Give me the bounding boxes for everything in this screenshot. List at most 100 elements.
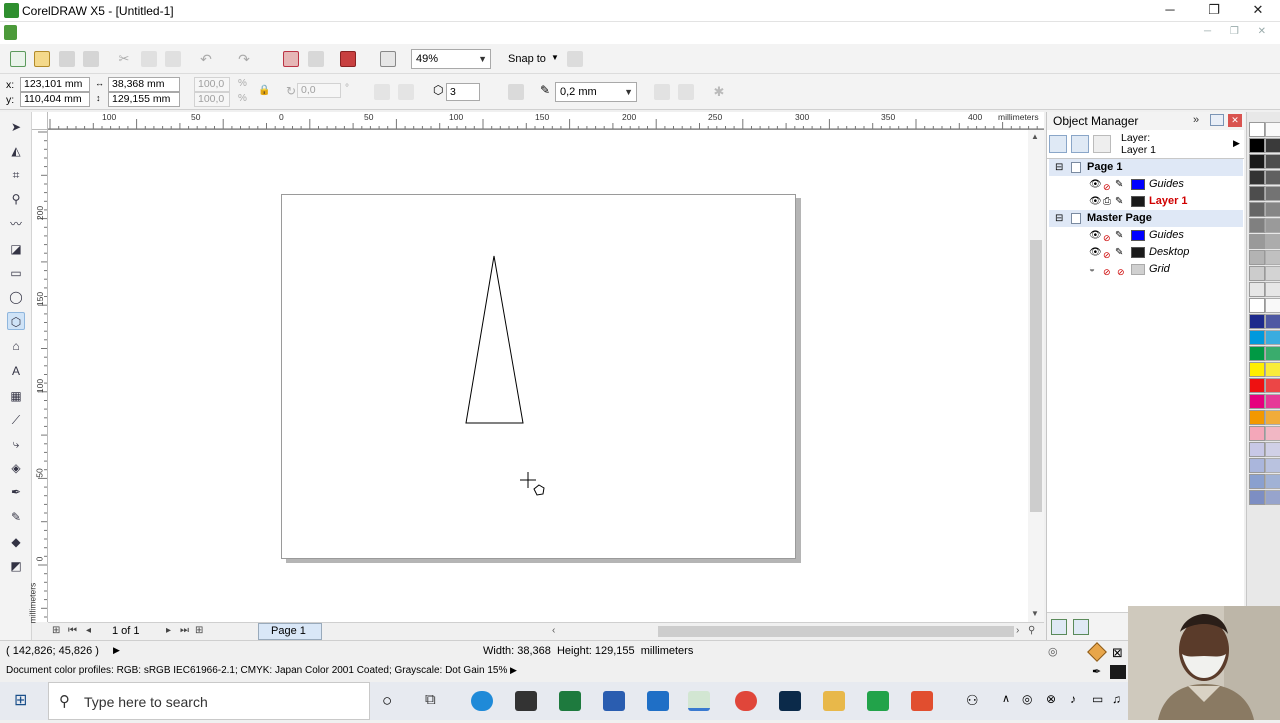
vertical-scroll-thumb[interactable]	[1030, 240, 1042, 512]
palette-swatch[interactable]	[1249, 346, 1265, 361]
edit-pencil-icon[interactable]: ✎	[1115, 193, 1123, 210]
wrap-text-icon[interactable]	[508, 84, 524, 100]
mirror-vertical-icon[interactable]	[398, 84, 414, 100]
palette-swatch[interactable]	[1249, 250, 1265, 265]
edit-pencil-icon[interactable]: ✎	[1115, 244, 1123, 261]
palette-swatch[interactable]	[1265, 378, 1280, 393]
palette-swatch[interactable]	[1265, 186, 1280, 201]
layer-color-swatch[interactable]	[1131, 230, 1145, 241]
eye-icon[interactable]: 👁	[1089, 244, 1102, 261]
show-properties-icon[interactable]	[1049, 135, 1067, 153]
tree-master-page[interactable]: ⊟ Master Page	[1049, 210, 1243, 227]
scale-x-field[interactable]: 100,0	[194, 77, 230, 92]
vertical-scrollbar[interactable]: ▲ ▼	[1028, 130, 1044, 622]
to-back-icon[interactable]	[678, 84, 694, 100]
palette-swatch[interactable]	[1265, 266, 1280, 281]
palette-swatch[interactable]	[1249, 186, 1265, 201]
blend-tool-icon[interactable]: ◈	[7, 459, 25, 477]
status-menu-icon[interactable]: ▶	[113, 645, 120, 656]
recorder-icon[interactable]	[911, 691, 933, 711]
restore-button[interactable]: ❐	[1192, 0, 1236, 22]
palette-swatch[interactable]	[1265, 330, 1280, 345]
minimize-button[interactable]: ─	[1148, 0, 1192, 22]
print-icon[interactable]	[83, 51, 99, 67]
palette-swatch[interactable]	[1249, 202, 1265, 217]
zoom-level-combo[interactable]: 49% ▼	[411, 49, 491, 69]
eye-hidden-icon[interactable]: ◒	[1089, 261, 1095, 278]
palette-swatch[interactable]	[1265, 410, 1280, 425]
polygon-tool-icon[interactable]: ⬡	[7, 312, 25, 330]
task-view-icon[interactable]: ⧉	[425, 691, 447, 711]
windows-start-icon[interactable]: ⊞	[14, 693, 30, 709]
crop-tool-icon[interactable]: ⌗	[7, 166, 25, 184]
palette-swatch[interactable]	[1249, 298, 1265, 313]
application-launcher-icon[interactable]	[340, 51, 356, 67]
scroll-left-icon[interactable]: ‹	[552, 625, 555, 636]
palette-swatch[interactable]	[1249, 378, 1265, 393]
chevron-up-icon[interactable]: ∧	[1002, 692, 1010, 705]
add-page-after-icon[interactable]: ⊞	[195, 625, 203, 636]
snap-to-menu[interactable]: Snap to	[508, 53, 546, 65]
tree-master-grid[interactable]: ◒ ⊘ ⊘ Grid	[1049, 261, 1243, 278]
eye-icon[interactable]: 👁	[1089, 227, 1102, 244]
docker-menu-icon[interactable]: ▶	[1233, 138, 1240, 149]
connector-tool-icon[interactable]: ⤷	[7, 435, 25, 453]
palette-swatch[interactable]	[1265, 170, 1280, 185]
text-tool-icon[interactable]: A	[7, 362, 25, 380]
vertical-ruler[interactable]: 200 150 100 50 0 millimeters	[27, 130, 48, 623]
edit-across-layers-icon[interactable]	[1071, 135, 1089, 153]
rotation-angle-field[interactable]: 0,0	[297, 83, 341, 98]
palette-swatch[interactable]	[1265, 250, 1280, 265]
paste-icon[interactable]	[165, 51, 181, 67]
to-front-icon[interactable]	[654, 84, 670, 100]
palette-swatch[interactable]	[1265, 122, 1280, 137]
triangle-shape[interactable]	[460, 250, 560, 500]
color-profiles-menu-icon[interactable]: ▶	[510, 665, 517, 676]
minimize-docker-icon[interactable]	[1210, 114, 1224, 126]
palette-swatch[interactable]	[1265, 346, 1280, 361]
palette-swatch[interactable]	[1249, 314, 1265, 329]
palette-swatch[interactable]	[1249, 410, 1265, 425]
horizontal-scrollbar[interactable]: ‹ ›	[548, 623, 1028, 640]
palette-swatch[interactable]	[1265, 218, 1280, 233]
save-icon[interactable]	[59, 51, 75, 67]
palette-swatch[interactable]	[1265, 362, 1280, 377]
palette-swatch[interactable]	[1265, 474, 1280, 489]
document-icon[interactable]	[4, 25, 17, 40]
palette-swatch[interactable]	[1249, 490, 1265, 505]
last-page-icon[interactable]: ⏭	[180, 625, 189, 636]
taskbar-search-box[interactable]: ⚲ Type here to search	[48, 682, 370, 720]
table-tool-icon[interactable]: ▦	[7, 387, 25, 405]
shape-tool-icon[interactable]: ◭	[7, 142, 25, 160]
zoom-navigator-icon[interactable]: ⚲	[1028, 625, 1035, 636]
palette-swatch[interactable]	[1249, 458, 1265, 473]
horizontal-ruler[interactable]: 100 50 0 50 100 150 200 250 300 350 400 …	[48, 112, 1044, 130]
palette-swatch[interactable]	[1265, 282, 1280, 297]
ellipse-tool-icon[interactable]: ◯	[7, 288, 25, 306]
no-fill-icon[interactable]: ⊠	[1112, 645, 1123, 661]
palette-swatch[interactable]	[1249, 474, 1265, 489]
y-position-field[interactable]: 110,404 mm	[20, 92, 90, 107]
options-icon[interactable]	[567, 51, 583, 67]
width-field[interactable]: 38,368 mm	[108, 77, 180, 92]
people-icon[interactable]: ⚇	[966, 692, 979, 709]
word-icon[interactable]	[603, 691, 625, 711]
convert-to-curves-icon[interactable]: ✱	[711, 84, 727, 100]
volume-icon[interactable]: ♫	[1112, 692, 1121, 706]
smart-fill-tool-icon[interactable]: ◪	[7, 240, 25, 258]
printer-icon[interactable]: ⎙	[1103, 193, 1111, 210]
tree-layer-1[interactable]: 👁 ⎙ ✎ Layer 1	[1049, 193, 1243, 210]
export-icon[interactable]	[308, 51, 324, 67]
color-mode-icon[interactable]: ◎	[1048, 645, 1058, 658]
palette-swatch[interactable]	[1265, 298, 1280, 313]
tree-layer-guides[interactable]: 👁 ⊘ ✎ Guides	[1049, 176, 1243, 193]
layer-color-swatch[interactable]	[1131, 247, 1145, 258]
palette-swatch[interactable]	[1265, 234, 1280, 249]
cut-icon[interactable]: ✂	[116, 51, 132, 67]
dimension-tool-icon[interactable]: ⟋	[7, 411, 25, 429]
close-button[interactable]: ✕	[1236, 0, 1280, 22]
close-docker-icon[interactable]: ✕	[1228, 114, 1242, 127]
outline-tool-icon[interactable]: ✎	[7, 508, 25, 526]
chevron-down-icon[interactable]: ▼	[551, 53, 559, 62]
palette-swatch[interactable]	[1249, 330, 1265, 345]
